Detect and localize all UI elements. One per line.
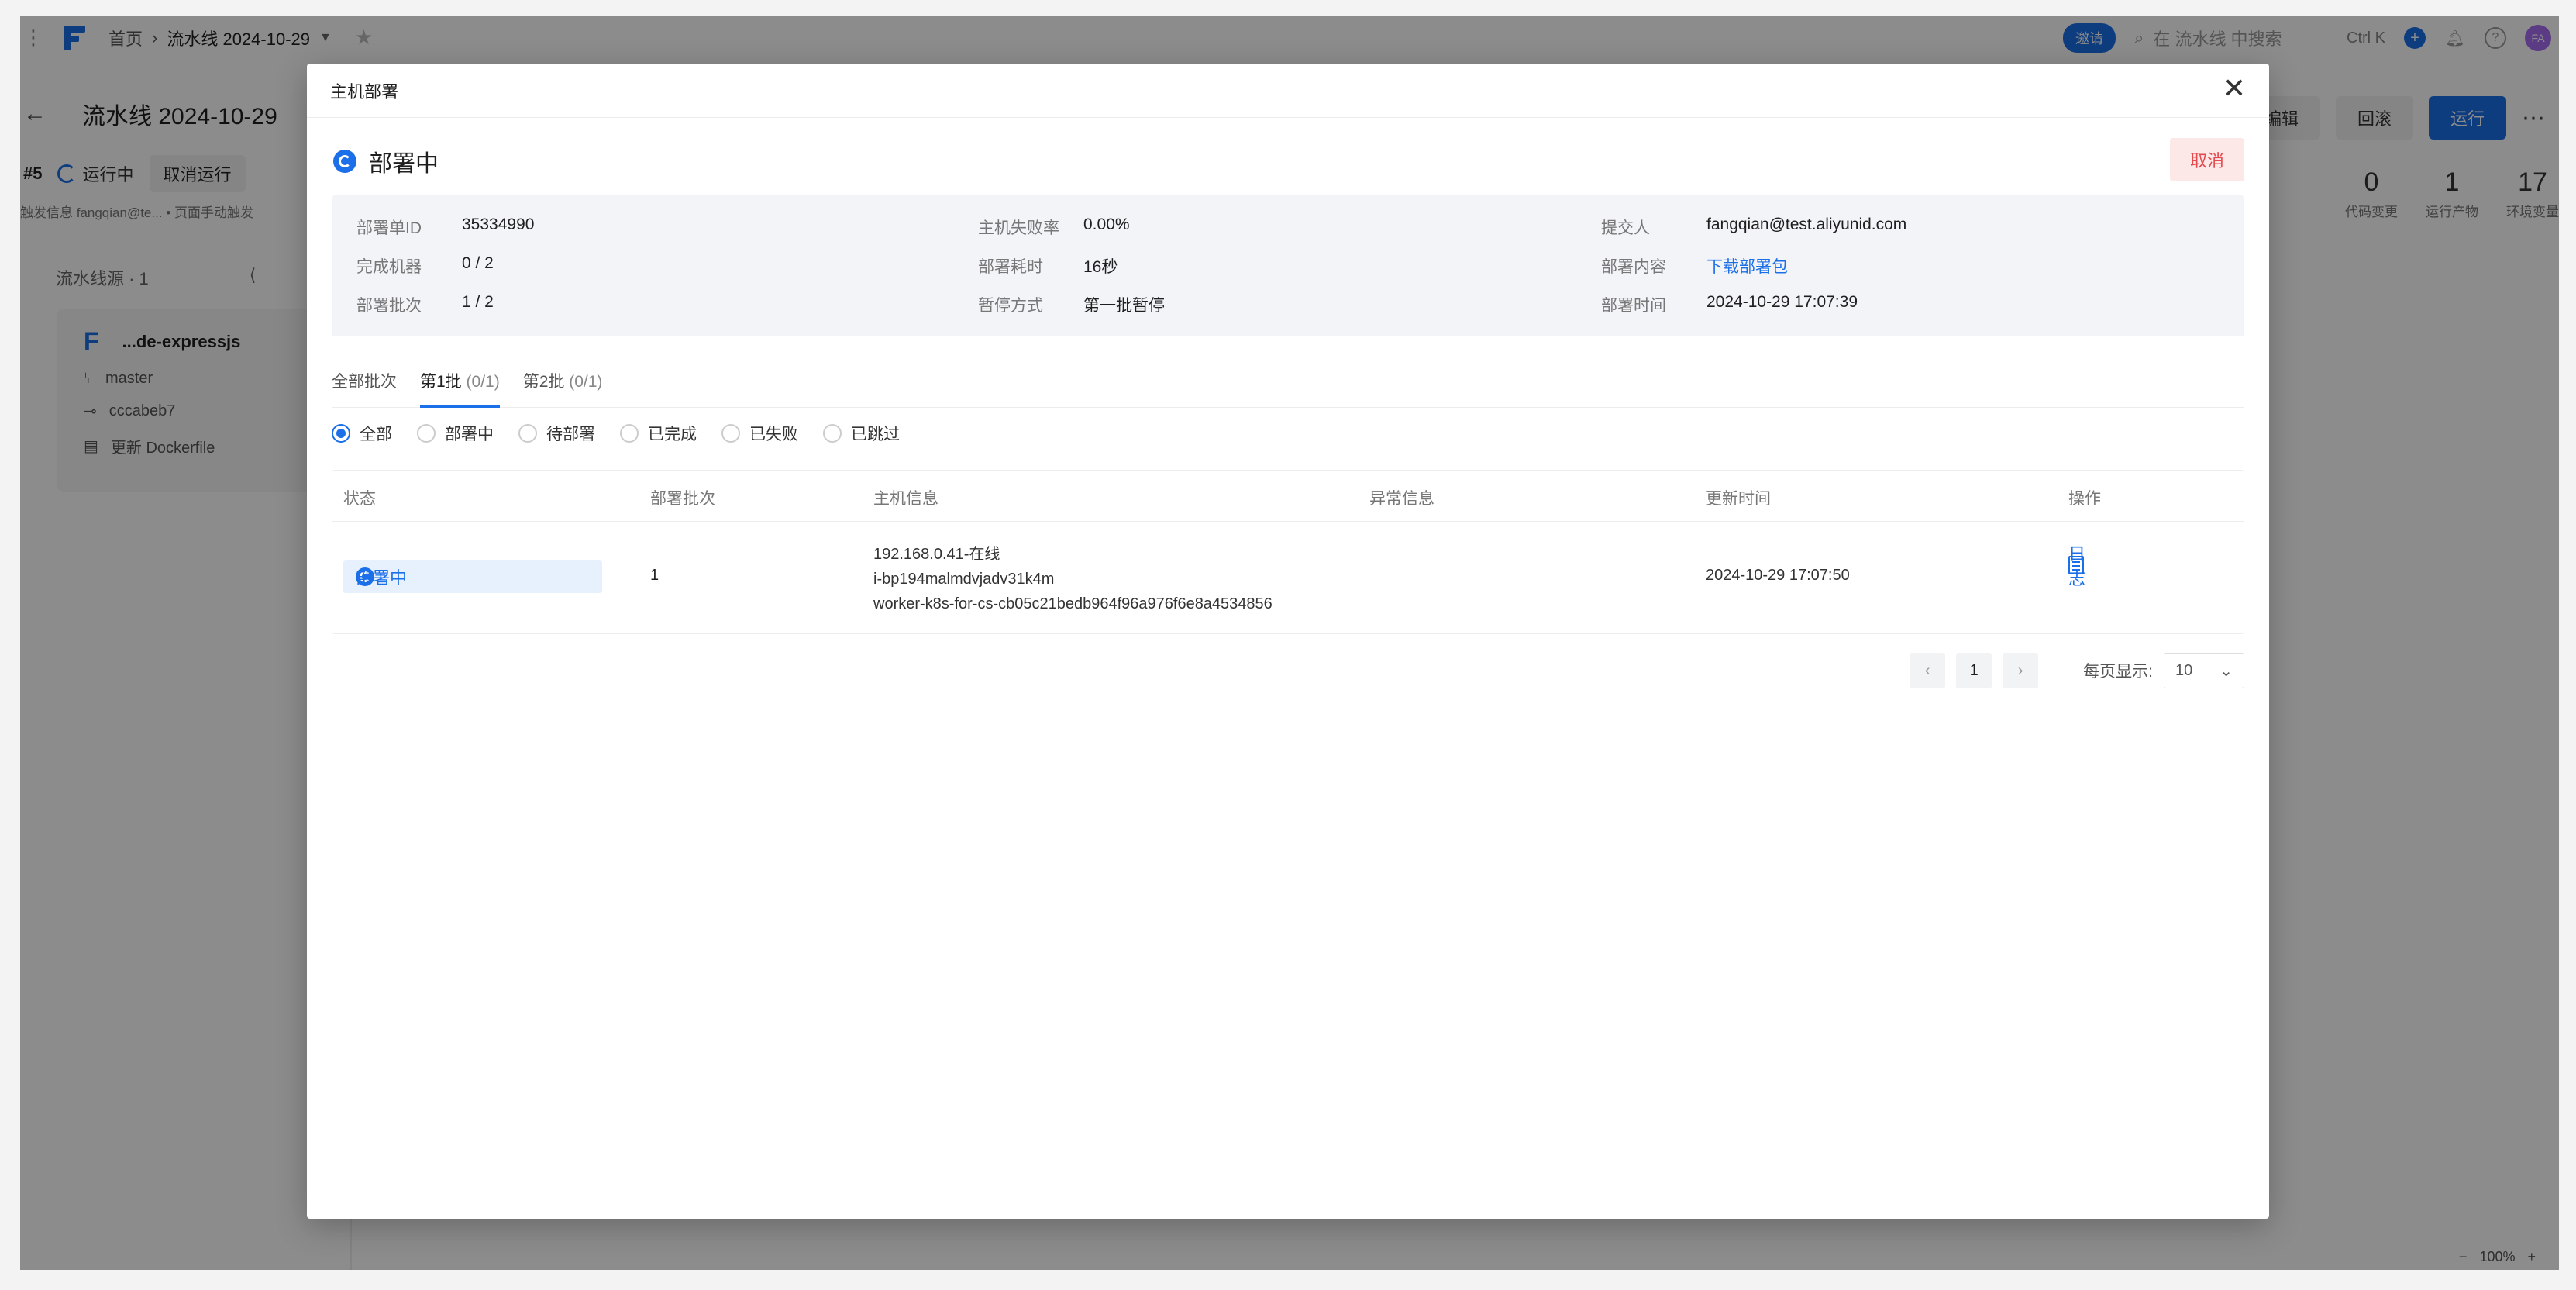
host-ip: 192.168.0.41-在线 <box>873 546 1000 563</box>
deploy-status: 部署中 <box>333 144 439 178</box>
page-number[interactable]: 1 <box>1956 653 1992 688</box>
tab-batch-1[interactable]: 第1批 (0/1) <box>420 364 500 408</box>
modal-title: 主机部署 <box>330 81 399 102</box>
deploying-icon <box>333 150 356 173</box>
filter-deploying[interactable]: 部署中 <box>417 422 494 445</box>
filter-failed[interactable]: 已失败 <box>721 422 798 445</box>
info-deploy-id: 部署单ID 35334990 <box>356 216 535 237</box>
col-batch: 部署批次 <box>650 490 715 508</box>
row-updated: 2024-10-29 17:07:50 <box>1706 567 1850 584</box>
filter-completed[interactable]: 已完成 <box>620 422 697 445</box>
info-failure-rate: 主机失败率 0.00% <box>978 216 1130 237</box>
pagination: ‹ 1 › 每页显示: 10 ⌄ <box>1910 653 2244 688</box>
tab-all-batches[interactable]: 全部批次 <box>332 364 397 408</box>
info-deploy-batch: 部署批次 1 / 2 <box>356 293 494 315</box>
info-deploy-content: 部署内容 下载部署包 <box>1601 254 1788 278</box>
filter-all[interactable]: 全部 <box>332 422 392 445</box>
host-instance-id: i-bp194malmdvjadv31k4m <box>873 571 1055 588</box>
table-header: 状态 部署批次 主机信息 异常信息 更新时间 操作 <box>332 471 2244 522</box>
status-filter: 全部 部署中 待部署 已完成 已失败 已跳过 <box>332 422 900 445</box>
status-badge-label: 部署中 <box>356 568 408 588</box>
page-size-value: 10 <box>2175 661 2193 679</box>
tab-batch-2[interactable]: 第2批 (0/1) <box>523 364 603 408</box>
row-host-info: 192.168.0.41-在线 i-bp194malmdvjadv31k4m w… <box>873 542 1273 616</box>
radio-icon <box>721 424 740 443</box>
batch-tabs: 全部批次 第1批 (0/1) 第2批 (0/1) <box>332 364 2244 408</box>
info-pause-mode: 暂停方式 第一批暂停 <box>978 297 1165 315</box>
col-updated: 更新时间 <box>1706 490 1771 508</box>
page-size-select[interactable]: 10 ⌄ <box>2164 653 2244 688</box>
info-finished-machines: 完成机器 0 / 2 <box>356 254 494 276</box>
cancel-deploy-button[interactable]: 取消 <box>2169 138 2244 181</box>
host-name: worker-k8s-for-cs-cb05c21bedb964f96a976f… <box>873 595 1273 612</box>
table-row: 部署中 1 192.168.0.41-在线 i-bp194malmdvjadv3… <box>332 522 2244 633</box>
prev-page-icon[interactable]: ‹ <box>1910 653 1946 688</box>
info-deploy-time: 部署时间 2024-10-29 17:07:39 <box>1601 293 1858 315</box>
view-log-label: 日志 <box>2068 544 2086 588</box>
next-page-icon[interactable]: › <box>2003 653 2039 688</box>
host-table: 状态 部署批次 主机信息 异常信息 更新时间 操作 部署中 1 192.168.… <box>332 470 2244 634</box>
row-batch: 1 <box>650 567 659 584</box>
col-status: 状态 <box>343 490 376 508</box>
download-package-link[interactable]: 下载部署包 <box>1706 254 1788 278</box>
host-deploy-modal: 主机部署 ✕ 部署中 取消 部署单ID 35334990 完成机器 0 / 2 部署… <box>307 64 2269 1219</box>
radio-icon <box>620 424 639 443</box>
radio-icon <box>823 424 842 443</box>
page-size-label: 每页显示: <box>2083 663 2153 681</box>
info-submitter: 提交人 fangqian@test.aliyunid.com <box>1601 216 1907 237</box>
chevron-down-icon: ⌄ <box>2220 662 2233 680</box>
deploy-info-panel: 部署单ID 35334990 完成机器 0 / 2 部署批次 1 / 2 主机失败率 0… <box>332 195 2244 336</box>
col-error: 异常信息 <box>1369 490 1434 508</box>
filter-skipped[interactable]: 已跳过 <box>823 422 900 445</box>
deploy-status-label: 部署中 <box>369 151 439 177</box>
modal-header: 主机部署 <box>307 64 2269 118</box>
filter-pending[interactable]: 待部署 <box>518 422 595 445</box>
close-icon[interactable]: ✕ <box>2223 74 2246 102</box>
col-action: 操作 <box>2068 490 2101 508</box>
radio-icon <box>417 424 436 443</box>
info-duration: 部署耗时 16秒 <box>978 258 1118 276</box>
status-badge: 部署中 <box>343 560 602 593</box>
radio-icon <box>518 424 537 443</box>
col-host-info: 主机信息 <box>873 490 938 508</box>
radio-checked-icon <box>332 424 350 443</box>
